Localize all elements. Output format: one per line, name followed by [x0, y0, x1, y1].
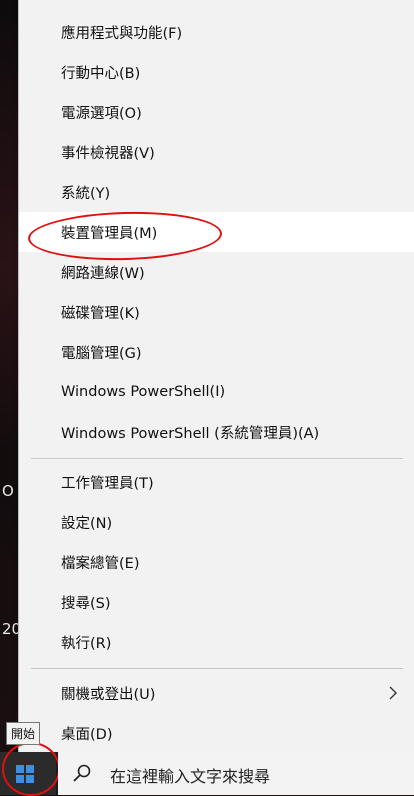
- menu-separator: [31, 458, 403, 459]
- chevron-right-icon: [389, 686, 397, 700]
- menu-item-settings[interactable]: 設定(N): [19, 502, 414, 542]
- winx-context-menu: 應用程式與功能(F) 行動中心(B) 電源選項(O) 事件檢視器(V) 系統(Y…: [18, 0, 414, 760]
- menu-item-powershell-admin[interactable]: Windows PowerShell (系統管理員)(A): [19, 412, 414, 452]
- menu-item-network-connections[interactable]: 網路連線(W): [19, 252, 414, 292]
- menu-item-power-options[interactable]: 電源選項(O): [19, 92, 414, 132]
- start-button[interactable]: [0, 752, 56, 795]
- desktop-wallpaper: [0, 0, 18, 760]
- start-tooltip: 開始: [6, 722, 41, 745]
- menu-item-task-manager[interactable]: 工作管理員(T): [19, 462, 414, 502]
- menu-item-computer-management[interactable]: 電腦管理(G): [19, 332, 414, 372]
- menu-item-desktop[interactable]: 桌面(D): [19, 713, 414, 753]
- menu-item-shutdown-signout[interactable]: 關機或登出(U): [19, 673, 414, 713]
- search-placeholder: 在這裡輸入文字來搜尋: [110, 767, 271, 786]
- desktop-edge-text: O: [2, 482, 14, 500]
- windows-logo-icon: [16, 765, 34, 783]
- menu-item-disk-management[interactable]: 磁碟管理(K): [19, 292, 414, 332]
- menu-item-apps-features[interactable]: 應用程式與功能(F): [19, 12, 414, 52]
- search-icon: [73, 764, 91, 782]
- menu-item-search[interactable]: 搜尋(S): [19, 582, 414, 622]
- menu-item-system[interactable]: 系統(Y): [19, 172, 414, 212]
- menu-item-powershell[interactable]: Windows PowerShell(I): [19, 372, 414, 412]
- menu-item-event-viewer[interactable]: 事件檢視器(V): [19, 132, 414, 172]
- menu-separator: [31, 668, 403, 669]
- taskbar-search-box[interactable]: 在這裡輸入文字來搜尋: [58, 752, 414, 795]
- menu-item-action-center[interactable]: 行動中心(B): [19, 52, 414, 92]
- menu-item-device-manager[interactable]: 裝置管理員(M): [19, 212, 414, 252]
- menu-item-file-explorer[interactable]: 檔案總管(E): [19, 542, 414, 582]
- menu-item-run[interactable]: 執行(R): [19, 622, 414, 662]
